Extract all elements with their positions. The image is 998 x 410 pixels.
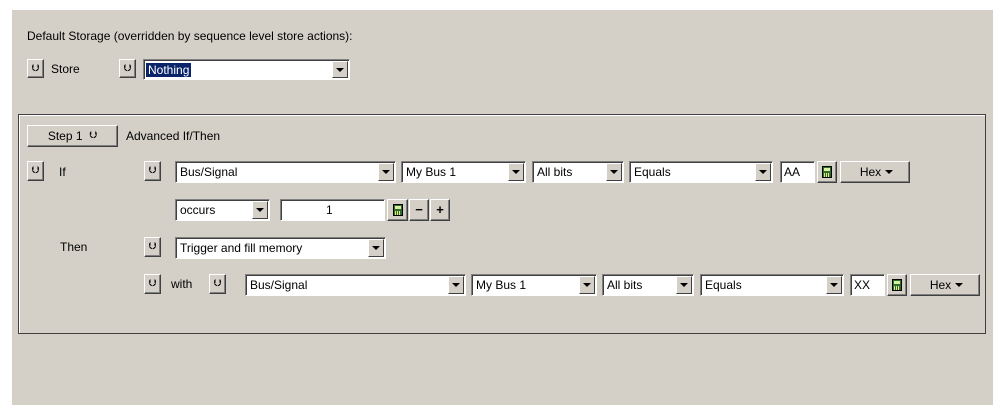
with-bus-value: My Bus 1 — [476, 278, 527, 292]
default-storage-menu-button[interactable]: ⮋ — [27, 59, 44, 78]
dropdown-arrow-icon[interactable] — [826, 276, 842, 294]
trigger-dialog: Default Storage (overridden by sequence … — [12, 10, 993, 405]
if-bits-select[interactable]: All bits — [532, 161, 624, 183]
if-label: If — [59, 165, 66, 179]
chevron-down-double-icon: ⮋ — [148, 241, 157, 252]
with-value-field[interactable]: XX — [850, 274, 885, 296]
if-radix-select[interactable]: Hex — [840, 161, 910, 183]
with-label: with — [171, 277, 193, 291]
dropdown-arrow-icon[interactable] — [332, 61, 348, 78]
with-radix-value: Hex — [929, 278, 952, 292]
chevron-down-double-icon: ⮋ — [123, 62, 132, 74]
if-bits-value: All bits — [537, 165, 573, 179]
with-operator-value: Equals — [705, 278, 742, 292]
if-menu-button[interactable]: ⮋ — [27, 161, 44, 181]
if-source-value: Bus/Signal — [180, 165, 238, 179]
occurs-decrement-button[interactable]: − — [409, 199, 429, 221]
then-menu-button[interactable]: ⮋ — [144, 237, 161, 257]
occurs-count-field[interactable]: 1 — [280, 199, 385, 221]
step-type-label: Advanced If/Then — [126, 129, 221, 143]
with-source-value: Bus/Signal — [250, 278, 308, 292]
if-source-select[interactable]: Bus/Signal — [175, 161, 396, 183]
dropdown-arrow-icon[interactable] — [368, 239, 384, 257]
chevron-down-double-icon: ⮋ — [148, 165, 157, 176]
store-select-value: Nothing — [146, 63, 192, 77]
minus-icon: − — [415, 202, 423, 217]
dropdown-arrow-icon — [955, 283, 964, 287]
dropdown-arrow-icon — [885, 170, 894, 174]
if-bus-value: My Bus 1 — [406, 165, 457, 179]
store-select[interactable]: Nothing — [143, 59, 350, 80]
chevron-down-double-icon: ⮋ — [31, 62, 40, 74]
calculator-icon — [392, 204, 403, 216]
if-value-text: AA — [784, 165, 801, 179]
if-condition-menu-button[interactable]: ⮋ — [144, 161, 161, 181]
occurs-increment-button[interactable]: + — [430, 199, 450, 221]
with-bits-select[interactable]: All bits — [602, 274, 694, 296]
occurs-mode-select[interactable]: occurs — [175, 199, 270, 221]
store-menu-button[interactable]: ⮋ — [119, 59, 136, 78]
if-bus-select[interactable]: My Bus 1 — [401, 161, 526, 183]
calculator-icon — [822, 166, 832, 178]
chevron-down-double-icon: ⮋ — [31, 165, 40, 176]
with-radix-select[interactable]: Hex — [910, 274, 980, 296]
dropdown-arrow-icon[interactable] — [755, 163, 771, 181]
step-group — [18, 114, 986, 334]
with-calculator-button[interactable] — [887, 274, 907, 296]
then-label: Then — [60, 240, 88, 254]
dropdown-arrow-icon[interactable] — [252, 201, 268, 219]
with-value-text: XX — [854, 278, 871, 292]
step-menu-button[interactable]: Step 1 ⮋ — [27, 125, 118, 147]
with-bus-select[interactable]: My Bus 1 — [471, 274, 597, 296]
then-action-select[interactable]: Trigger and fill memory — [175, 237, 386, 259]
occurs-count-text: 1 — [326, 203, 333, 217]
with-operator-select[interactable]: Equals — [700, 274, 844, 296]
calculator-icon — [892, 279, 902, 291]
dropdown-arrow-icon[interactable] — [448, 276, 464, 294]
with-menu-button[interactable]: ⮋ — [144, 274, 161, 294]
if-operator-value: Equals — [634, 165, 671, 179]
dropdown-arrow-icon[interactable] — [508, 163, 524, 181]
store-label: Store — [51, 62, 80, 76]
if-operator-select[interactable]: Equals — [629, 161, 773, 183]
dropdown-arrow-icon[interactable] — [606, 163, 622, 181]
then-action-value: Trigger and fill memory — [180, 241, 303, 255]
with-bits-value: All bits — [607, 278, 643, 292]
dropdown-arrow-icon[interactable] — [378, 163, 394, 181]
occurs-calculator-button[interactable] — [387, 199, 408, 221]
with-source-select[interactable]: Bus/Signal — [245, 274, 466, 296]
if-calculator-button[interactable] — [817, 161, 837, 183]
dropdown-arrow-icon[interactable] — [676, 276, 692, 294]
occurs-mode-value: occurs — [180, 203, 216, 217]
with-condition-menu-button[interactable]: ⮋ — [209, 274, 226, 294]
if-value-field[interactable]: AA — [780, 161, 815, 183]
chevron-down-double-icon: ⮋ — [148, 278, 157, 289]
default-storage-heading: Default Storage (overridden by sequence … — [27, 29, 353, 43]
plus-icon: + — [436, 202, 444, 217]
dropdown-arrow-icon[interactable] — [579, 276, 595, 294]
step-label: Step 1 — [47, 129, 83, 143]
if-radix-value: Hex — [859, 165, 882, 179]
chevron-down-double-icon: ⮋ — [89, 130, 98, 141]
chevron-down-double-icon: ⮋ — [213, 278, 222, 289]
